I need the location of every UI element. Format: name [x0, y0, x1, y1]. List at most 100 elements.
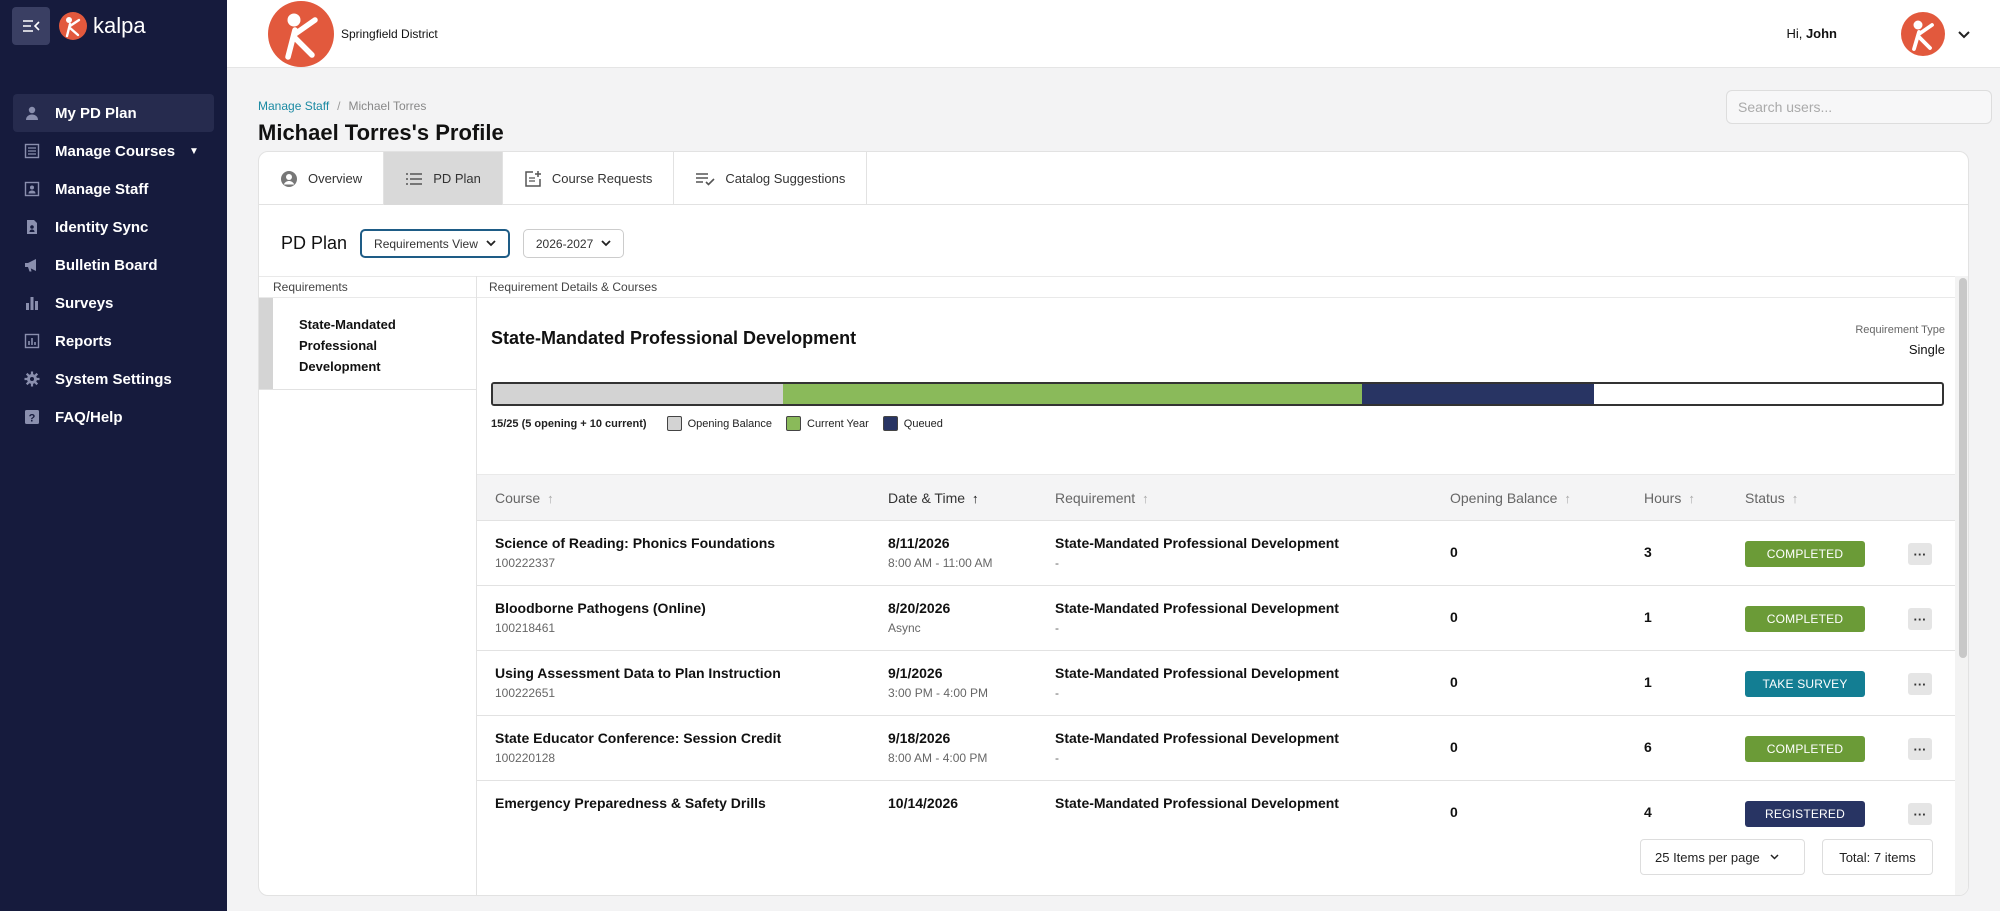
- more-options-icon[interactable]: ···: [1908, 738, 1932, 760]
- sidebar-item-surveys[interactable]: Surveys: [13, 284, 214, 322]
- tab-label: Catalog Suggestions: [725, 171, 846, 186]
- course-title[interactable]: Bloodborne Pathogens (Online): [495, 600, 706, 616]
- table-row[interactable]: Bloodborne Pathogens (Online) 100218461 8…: [477, 586, 1955, 651]
- hours-value: 3: [1644, 544, 1652, 560]
- sidebar-item-manage-courses[interactable]: Manage Courses ▼: [13, 132, 214, 170]
- requirement-type-label: Requirement Type: [1855, 324, 1945, 336]
- legend-label: Opening Balance: [687, 417, 772, 430]
- sidebar-item-label: My PD Plan: [55, 104, 137, 122]
- course-title[interactable]: Using Assessment Data to Plan Instructio…: [495, 665, 781, 681]
- greeting-name: John: [1805, 26, 1837, 41]
- add-note-icon: [524, 170, 542, 188]
- course-title[interactable]: Emergency Preparedness & Safety Drills: [495, 795, 766, 811]
- view-select[interactable]: Requirements View: [360, 229, 510, 258]
- requirement-title: State-Mandated Professional Development: [491, 328, 857, 348]
- scrollbar-thumb[interactable]: [1959, 278, 1967, 658]
- requirement-type-value: Single: [1908, 342, 1945, 357]
- course-list-icon: [23, 142, 41, 160]
- sidebar-item-label: Bulletin Board: [55, 256, 158, 274]
- requirement-selected-indicator: [259, 298, 273, 389]
- tab-catalog-suggestions[interactable]: Catalog Suggestions: [674, 152, 868, 205]
- column-header-hours[interactable]: Hours ↑: [1644, 490, 1695, 506]
- user-menu-chevron-icon[interactable]: [1958, 26, 1970, 44]
- search-users-input[interactable]: [1726, 90, 1992, 124]
- sidebar-item-faq-help[interactable]: ? FAQ/Help: [13, 398, 214, 436]
- sidebar-item-label: Reports: [55, 332, 112, 350]
- sidebar-item-label: Manage Courses: [55, 142, 176, 160]
- tab-overview[interactable]: Overview: [259, 152, 385, 205]
- chevron-down-icon: [1770, 854, 1779, 860]
- checklist-icon: [695, 172, 715, 186]
- course-title[interactable]: State Educator Conference: Session Credi…: [495, 730, 781, 746]
- breadcrumb-link-manage-staff[interactable]: Manage Staff: [258, 99, 329, 113]
- sidebar-item-identity-sync[interactable]: Identity Sync: [13, 208, 214, 246]
- year-select[interactable]: 2026-2027: [522, 229, 625, 258]
- status-badge: COMPLETED: [1745, 541, 1865, 567]
- person-icon: [23, 104, 41, 122]
- hours-value: 6: [1644, 739, 1652, 755]
- table-row[interactable]: Science of Reading: Phonics Foundations 1…: [477, 521, 1955, 586]
- chevron-down-icon: [601, 240, 611, 247]
- requirement-sub: -: [1055, 686, 1059, 700]
- sidebar-item-bulletin-board[interactable]: Bulletin Board: [13, 246, 214, 284]
- sidebar-item-my-pd-plan[interactable]: My PD Plan: [13, 94, 214, 132]
- requirement-sub: -: [1055, 751, 1059, 765]
- megaphone-icon: [23, 256, 41, 274]
- staff-icon: [23, 180, 41, 198]
- greeting-prefix: Hi,: [1786, 26, 1806, 41]
- tab-course-requests[interactable]: Course Requests: [503, 152, 675, 205]
- tab-pd-plan[interactable]: PD Plan: [384, 152, 503, 205]
- more-options-icon[interactable]: ···: [1908, 608, 1932, 630]
- column-label: Hours: [1644, 490, 1682, 506]
- items-per-page-value: 25 Items per page: [1655, 849, 1760, 865]
- caret-down-icon: ▼: [189, 145, 199, 157]
- requirement-item-label: State-Mandated Professional Development: [299, 317, 396, 374]
- sort-arrow-icon: ↑: [1688, 490, 1695, 506]
- kalpa-logo[interactable]: kalpa: [59, 12, 146, 40]
- requirement-sub: -: [1055, 621, 1059, 635]
- bar-chart-icon: [23, 294, 41, 312]
- legend-swatch: [786, 416, 801, 431]
- more-options-icon[interactable]: ···: [1908, 803, 1932, 825]
- more-options-icon[interactable]: ···: [1908, 543, 1932, 565]
- course-time: 3:00 PM - 4:00 PM: [888, 686, 989, 700]
- column-header-requirement[interactable]: Requirement ↑: [1055, 490, 1149, 506]
- more-options-icon[interactable]: ···: [1908, 673, 1932, 695]
- column-header-status[interactable]: Status ↑: [1745, 490, 1798, 506]
- sort-arrow-active-icon: ↑: [972, 490, 979, 506]
- course-title[interactable]: Science of Reading: Phonics Foundations: [495, 535, 775, 551]
- course-code: 100218461: [495, 621, 556, 635]
- column-label: Course: [495, 490, 541, 506]
- course-requirement: State-Mandated Professional Development: [1055, 665, 1339, 681]
- table-row[interactable]: State Educator Conference: Session Credi…: [477, 716, 1955, 781]
- items-per-page-select[interactable]: 25 Items per page: [1640, 839, 1805, 875]
- take-survey-button[interactable]: TAKE SURVEY: [1745, 671, 1865, 697]
- total-items: Total: 7 items: [1822, 839, 1933, 875]
- scrollbar[interactable]: [1955, 276, 1968, 895]
- legend-swatch: [882, 416, 898, 431]
- sidebar-item-label: Manage Staff: [55, 180, 149, 198]
- course-time: 8:00 AM - 4:00 PM: [888, 751, 988, 765]
- hours-value: 1: [1644, 674, 1652, 690]
- column-header-date-time[interactable]: Date & Time ↑: [888, 490, 979, 506]
- sidebar-item-manage-staff[interactable]: Manage Staff: [13, 170, 214, 208]
- collapse-sidebar-icon[interactable]: [12, 7, 50, 45]
- column-header-course[interactable]: Course ↑: [495, 490, 554, 506]
- column-header-opening-balance[interactable]: Opening Balance ↑: [1450, 490, 1571, 506]
- view-select-value: Requirements View: [374, 236, 478, 251]
- courses-table: Course ↑ Date & Time ↑ Requirement ↑ Openin…: [477, 474, 1955, 846]
- course-date: 8/11/2026: [888, 535, 950, 551]
- tab-label: Overview: [308, 171, 363, 186]
- sidebar-item-system-settings[interactable]: System Settings: [13, 360, 214, 398]
- requirement-item[interactable]: State-Mandated Professional Development: [259, 298, 476, 390]
- sidebar-item-label: Identity Sync: [55, 218, 149, 236]
- course-code: 100222337: [495, 556, 556, 570]
- chevron-down-icon: [486, 240, 496, 247]
- legend-item-current: Current Year: [786, 416, 869, 431]
- avatar[interactable]: [1901, 12, 1945, 56]
- list-icon: [405, 172, 423, 186]
- table-row[interactable]: Using Assessment Data to Plan Instructio…: [477, 651, 1955, 716]
- column-label: Date & Time: [888, 490, 966, 506]
- top-header: Springfield District Hi, John: [227, 0, 2000, 68]
- sidebar-item-reports[interactable]: Reports: [13, 322, 214, 360]
